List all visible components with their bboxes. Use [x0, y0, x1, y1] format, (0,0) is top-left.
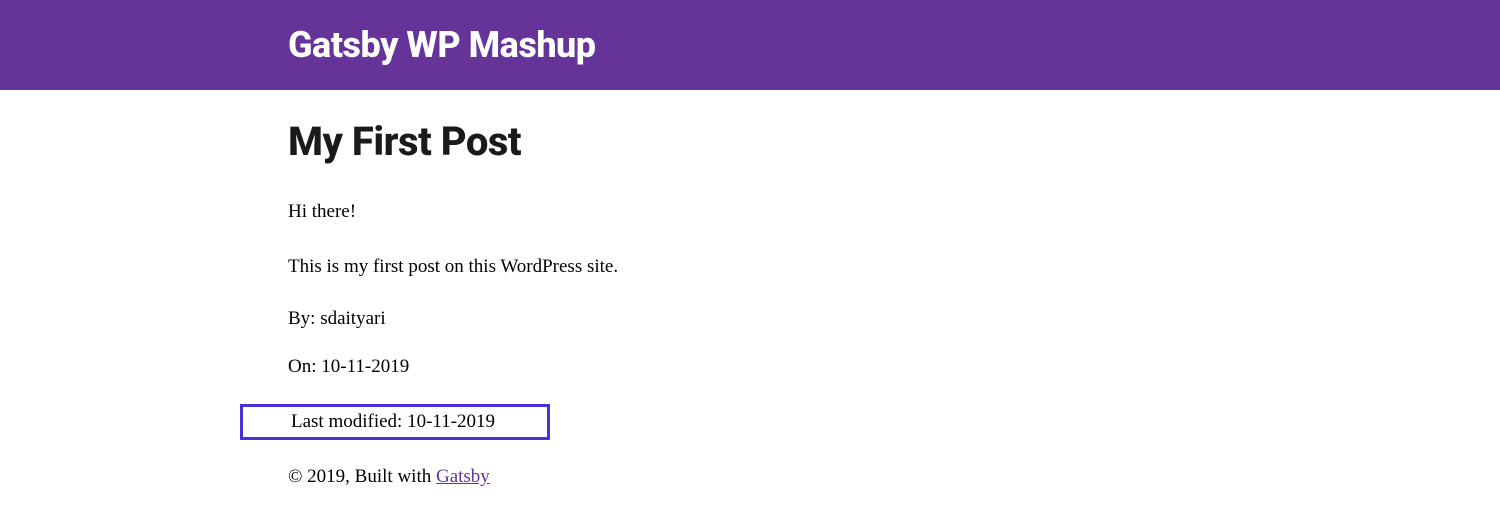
- post-author: By: sdaityari: [288, 308, 1208, 330]
- date-value: 10-11-2019: [321, 356, 409, 377]
- post-paragraph: This is my first post on this WordPress …: [288, 254, 1208, 281]
- site-title[interactable]: Gatsby WP Mashup: [288, 24, 1208, 66]
- main-content: My First Post Hi there! This is my first…: [268, 90, 1228, 488]
- date-label: On:: [288, 356, 321, 377]
- author-name: sdaityari: [320, 308, 385, 329]
- post-date: On: 10-11-2019: [288, 356, 1208, 378]
- modified-value: 10-11-2019: [407, 411, 495, 432]
- post-body: Hi there! This is my first post on this …: [288, 199, 1208, 280]
- post-modified: Last modified: 10-11-2019: [291, 411, 495, 433]
- highlight-annotation: Last modified: 10-11-2019: [240, 404, 550, 440]
- gatsby-link[interactable]: Gatsby: [436, 466, 490, 487]
- author-label: By:: [288, 308, 320, 329]
- footer: © 2019, Built with Gatsby: [288, 466, 1208, 488]
- site-header: Gatsby WP Mashup: [0, 0, 1500, 90]
- copyright-text: © 2019, Built with: [288, 466, 436, 487]
- post-paragraph: Hi there!: [288, 199, 1208, 226]
- post-title: My First Post: [288, 118, 1208, 165]
- modified-label: Last modified:: [291, 411, 407, 432]
